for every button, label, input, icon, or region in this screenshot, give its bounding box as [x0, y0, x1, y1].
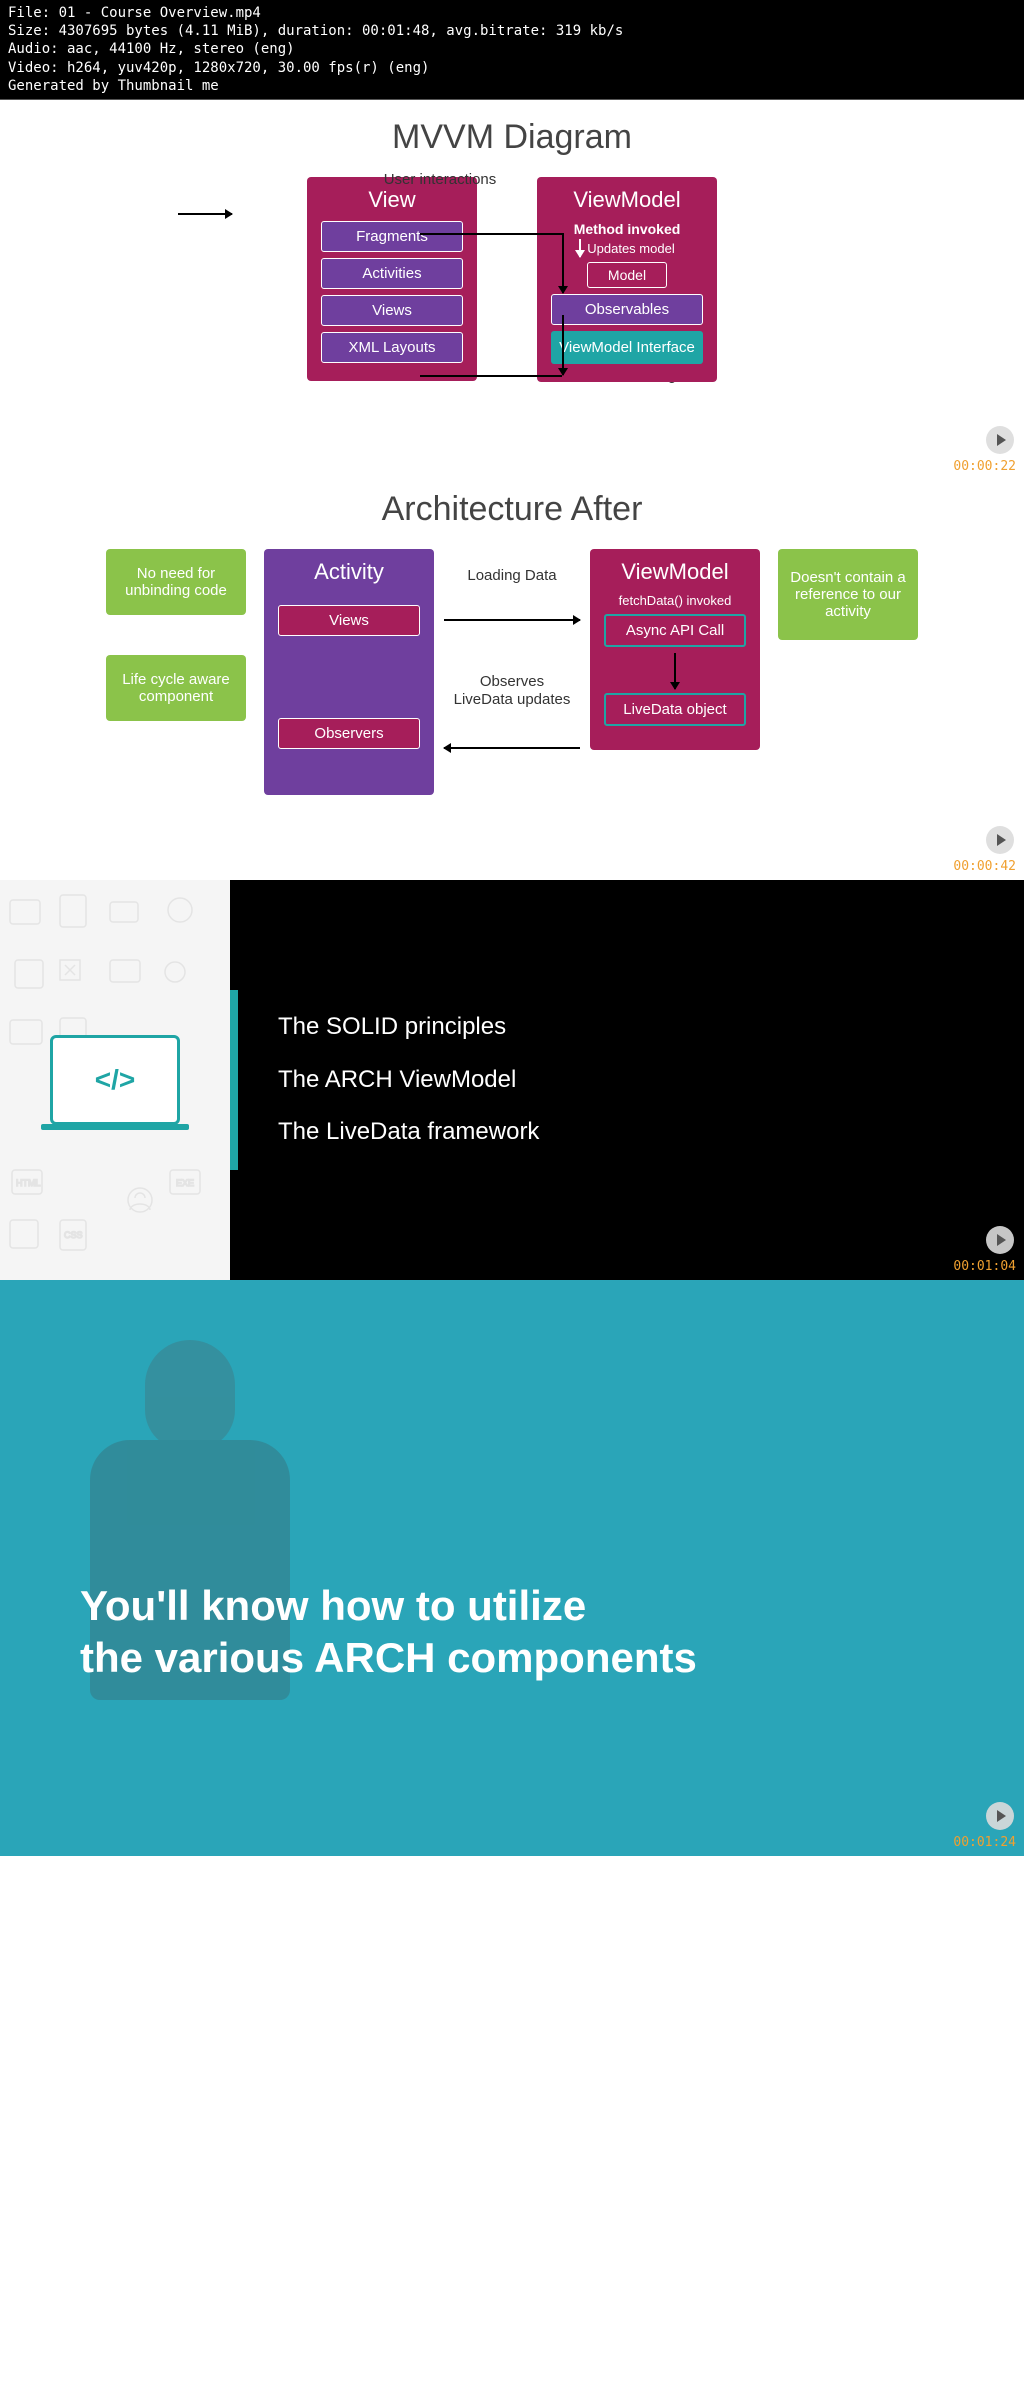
arrow-down-icon: [579, 239, 581, 257]
slide-arch-components: You'll know how to utilize the various A…: [0, 1280, 1024, 1856]
note-no-reference: Doesn't contain a reference to our activ…: [778, 549, 918, 640]
bullet-solid: The SOLID principles: [278, 1001, 539, 1054]
activity-heading: Activity: [274, 559, 424, 585]
chip-views: Views: [278, 605, 420, 636]
play-icon: [986, 826, 1014, 854]
meta-file: File: 01 - Course Overview.mp4: [8, 4, 1016, 22]
slide-illustration: HTML EXE CSS: [0, 880, 230, 1280]
slide-content: The SOLID principles The ARCH ViewModel …: [230, 880, 1024, 1280]
arrow-right-icon: [444, 619, 580, 621]
activity-column: Activity Views Observers: [264, 549, 434, 795]
vm-updates-model: Updates model: [587, 241, 674, 256]
vm-fetchdata: fetchData() invoked: [600, 593, 750, 608]
chip-xml-layouts: XML Layouts: [321, 332, 463, 363]
laptop-icon: [50, 1035, 180, 1125]
label-user-interactions: User interactions: [380, 171, 500, 189]
arrow-down-icon: [562, 233, 564, 293]
arrow-connector: [420, 375, 562, 377]
note-lifecycle: Life cycle aware component: [106, 655, 246, 721]
meta-audio: Audio: aac, 44100 Hz, stereo (eng): [8, 40, 1016, 58]
arrow-down-icon: [674, 653, 676, 689]
arrow-left-icon: [444, 747, 580, 749]
svg-text:EXE: EXE: [176, 1178, 194, 1188]
chip-vm-interface: ViewModel Interface: [551, 331, 703, 364]
chip-livedata: LiveData object: [604, 693, 746, 726]
chip-observables: Observables: [551, 294, 703, 325]
chip-model: Model: [587, 262, 667, 288]
bullet-arch-viewmodel: The ARCH ViewModel: [278, 1054, 539, 1107]
video-metadata: File: 01 - Course Overview.mp4 Size: 430…: [0, 0, 1024, 100]
slide-title: MVVM Diagram: [0, 118, 1024, 157]
chip-fragments: Fragments: [321, 221, 463, 252]
slide-architecture-after: Architecture After No need for unbinding…: [0, 480, 1024, 880]
note-no-unbinding: No need for unbinding code: [106, 549, 246, 615]
chip-async-api: Async API Call: [604, 614, 746, 647]
meta-video: Video: h264, yuv420p, 1280x720, 30.00 fp…: [8, 59, 1016, 77]
arrow-down-icon: [562, 315, 564, 375]
left-notes: No need for unbinding code Life cycle aw…: [106, 549, 246, 721]
view-column: View Fragments Activities Views XML Layo…: [307, 177, 477, 381]
viewmodel-column: ViewModel Method invoked Updates model M…: [537, 177, 717, 382]
slide-solid-principles: HTML EXE CSS The SOLID principles The AR…: [0, 880, 1024, 1280]
timestamp: 00:00:42: [953, 859, 1016, 874]
label-loading-data: Loading Data: [452, 567, 572, 585]
headline-line1: You'll know how to utilize: [80, 1580, 697, 1633]
bullet-list: The SOLID principles The ARCH ViewModel …: [278, 1001, 539, 1159]
timestamp: 00:00:22: [953, 459, 1016, 474]
chip-activities: Activities: [321, 258, 463, 289]
label-observes-livedata: Observes LiveData updates: [452, 673, 572, 709]
slide-title: Architecture After: [0, 490, 1024, 529]
timestamp: 00:01:24: [953, 1835, 1016, 1850]
chip-observers: Observers: [278, 718, 420, 749]
right-notes: Doesn't contain a reference to our activ…: [778, 549, 918, 640]
svg-text:CSS: CSS: [64, 1230, 83, 1240]
viewmodel-heading: ViewModel: [600, 559, 750, 585]
headline-line2: the various ARCH components: [80, 1632, 697, 1685]
viewmodel-column: ViewModel fetchData() invoked Async API …: [590, 549, 760, 750]
svg-text:HTML: HTML: [16, 1178, 41, 1188]
view-heading: View: [317, 187, 467, 213]
play-icon: [986, 1802, 1014, 1830]
timestamp: 00:01:04: [953, 1259, 1016, 1274]
chip-views: Views: [321, 295, 463, 326]
bullet-livedata: The LiveData framework: [278, 1106, 539, 1159]
arrow-connector: [420, 233, 562, 235]
meta-gen: Generated by Thumbnail me: [8, 77, 1016, 95]
play-icon: [986, 426, 1014, 454]
viewmodel-heading: ViewModel: [547, 187, 707, 213]
arrow-right-icon: [178, 213, 232, 215]
vm-method-invoked: Method invoked: [547, 221, 707, 237]
play-icon: [986, 1226, 1014, 1254]
slide-mvvm-diagram: MVVM Diagram User interactions Updates o…: [0, 100, 1024, 480]
slide-headline: You'll know how to utilize the various A…: [80, 1580, 697, 1685]
meta-size: Size: 4307695 bytes (4.11 MiB), duration…: [8, 22, 1016, 40]
